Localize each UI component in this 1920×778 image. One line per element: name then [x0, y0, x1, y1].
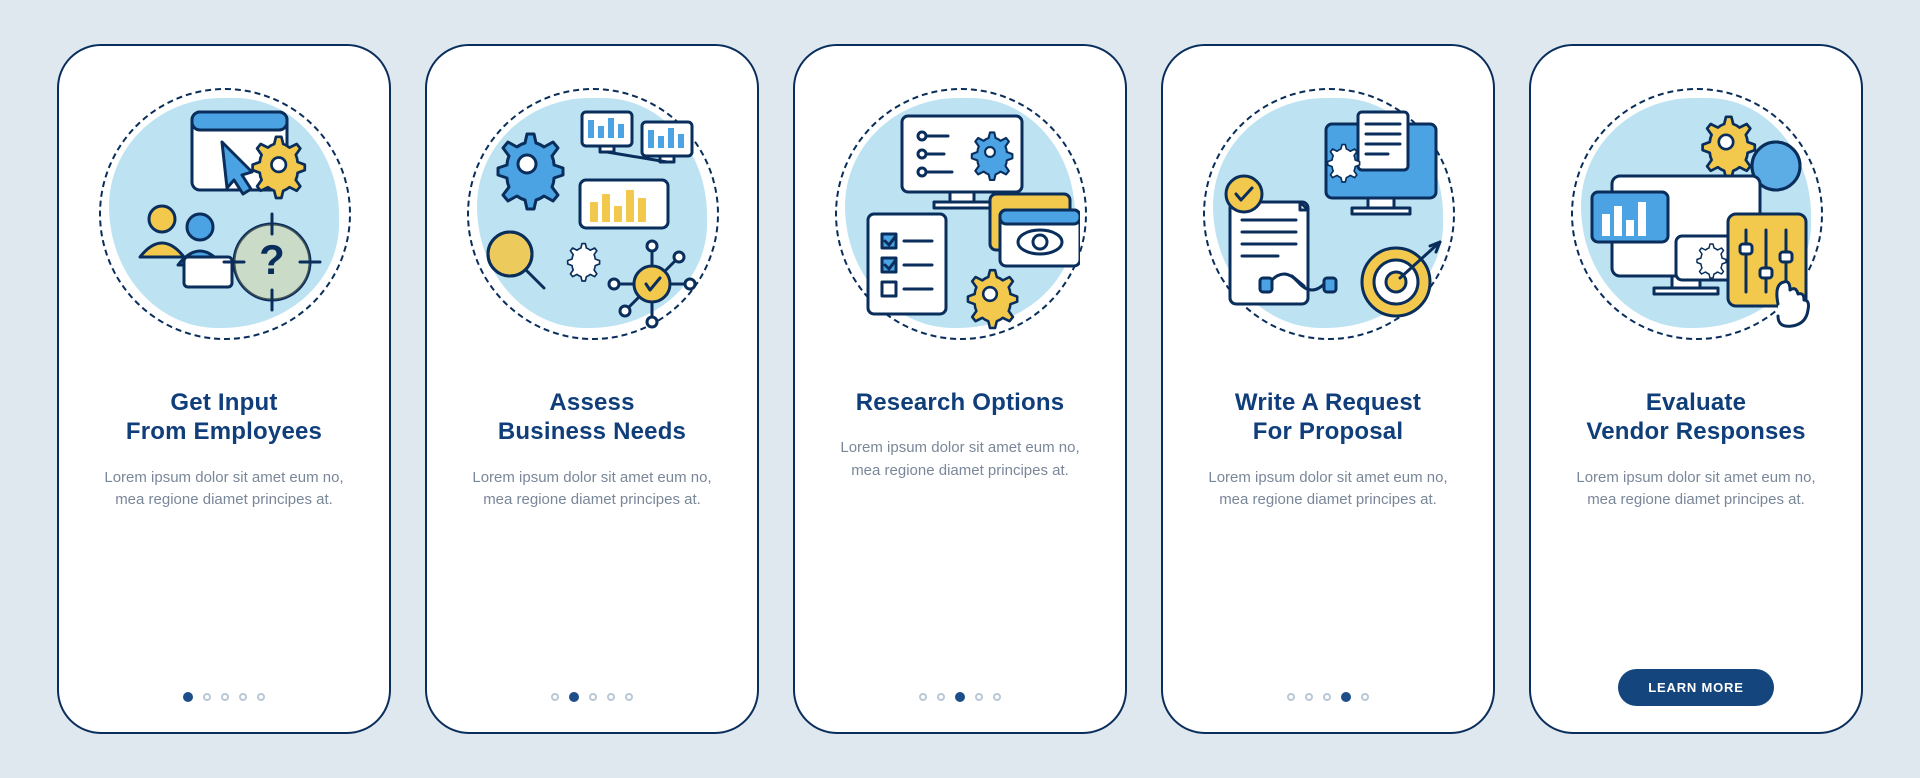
- card-title: Evaluate Vendor Responses: [1586, 388, 1805, 447]
- dot-2[interactable]: [569, 692, 579, 702]
- card-body: Lorem ipsum dolor sit amet eum no, mea r…: [1571, 467, 1821, 512]
- card-body: Lorem ipsum dolor sit amet eum no, mea r…: [1203, 467, 1453, 512]
- svg-text:?: ?: [259, 236, 285, 283]
- card-body: Lorem ipsum dolor sit amet eum no, mea r…: [99, 467, 349, 512]
- dot-1[interactable]: [183, 692, 193, 702]
- progress-dots: [551, 692, 633, 702]
- card-title: Get Input From Employees: [126, 388, 322, 447]
- progress-dots: [183, 692, 265, 702]
- onboarding-card-1: ? Get Input From Employees Lorem ipsum d…: [57, 44, 391, 734]
- dot-4[interactable]: [607, 693, 615, 701]
- dot-1[interactable]: [919, 693, 927, 701]
- onboarding-carousel: ? Get Input From Employees Lorem ipsum d…: [0, 0, 1920, 778]
- card-title: Assess Business Needs: [498, 388, 686, 447]
- dot-5[interactable]: [993, 693, 1001, 701]
- onboarding-card-5: Evaluate Vendor Responses Lorem ipsum do…: [1529, 44, 1863, 734]
- progress-dots: [919, 692, 1001, 702]
- dot-5[interactable]: [257, 693, 265, 701]
- card-title: Write A Request For Proposal: [1235, 388, 1421, 447]
- evaluate-responses-icon: [1569, 74, 1824, 354]
- dot-2[interactable]: [203, 693, 211, 701]
- research-options-icon: [833, 74, 1088, 354]
- card-body: Lorem ipsum dolor sit amet eum no, mea r…: [467, 467, 717, 512]
- dot-2[interactable]: [937, 693, 945, 701]
- progress-dots: [1287, 692, 1369, 702]
- input-from-employees-icon: ?: [97, 74, 352, 354]
- dot-3[interactable]: [221, 693, 229, 701]
- dot-4[interactable]: [239, 693, 247, 701]
- onboarding-card-2: Assess Business Needs Lorem ipsum dolor …: [425, 44, 759, 734]
- card-title: Research Options: [856, 388, 1065, 417]
- write-rfp-icon: [1201, 74, 1456, 354]
- learn-more-button[interactable]: LEARN MORE: [1618, 669, 1773, 706]
- card-body: Lorem ipsum dolor sit amet eum no, mea r…: [835, 437, 1085, 482]
- dot-1[interactable]: [551, 693, 559, 701]
- onboarding-card-3: Research Options Lorem ipsum dolor sit a…: [793, 44, 1127, 734]
- dot-3[interactable]: [1323, 693, 1331, 701]
- dot-5[interactable]: [625, 693, 633, 701]
- onboarding-card-4: Write A Request For Proposal Lorem ipsum…: [1161, 44, 1495, 734]
- dot-5[interactable]: [1361, 693, 1369, 701]
- dot-4[interactable]: [1341, 692, 1351, 702]
- dot-1[interactable]: [1287, 693, 1295, 701]
- assess-business-needs-icon: [465, 74, 720, 354]
- dot-3[interactable]: [589, 693, 597, 701]
- dot-2[interactable]: [1305, 693, 1313, 701]
- dot-4[interactable]: [975, 693, 983, 701]
- dot-3[interactable]: [955, 692, 965, 702]
